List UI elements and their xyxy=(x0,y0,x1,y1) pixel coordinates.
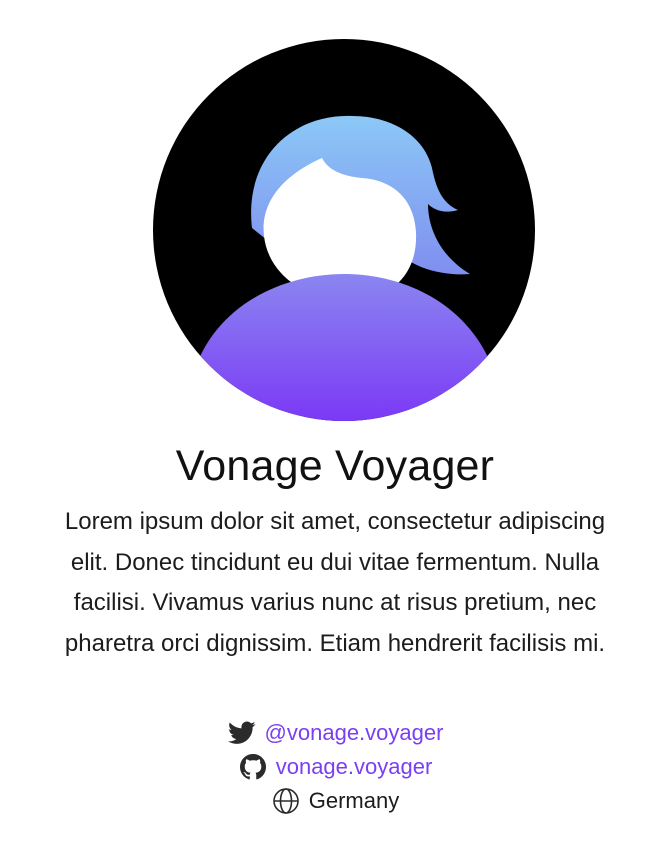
profile-links: @vonage.voyager vonage.voyager Germany xyxy=(0,716,670,818)
profile-card: Vonage Voyager Lorem ipsum dolor sit ame… xyxy=(0,0,670,848)
globe-icon xyxy=(271,786,301,816)
twitter-icon xyxy=(227,718,257,748)
location-label: Germany xyxy=(308,788,400,813)
profile-bio: Lorem ipsum dolor sit amet, consectetur … xyxy=(64,508,606,657)
profile-name: Vonage Voyager xyxy=(175,442,495,490)
user-avatar-icon xyxy=(153,39,535,421)
location-row: Germany xyxy=(271,784,399,818)
github-link-row: vonage.voyager xyxy=(238,750,433,784)
twitter-link[interactable]: @vonage.voyager xyxy=(265,720,444,746)
github-icon xyxy=(238,752,268,782)
github-link[interactable]: vonage.voyager xyxy=(276,754,433,780)
twitter-link-row: @vonage.voyager xyxy=(227,716,444,750)
